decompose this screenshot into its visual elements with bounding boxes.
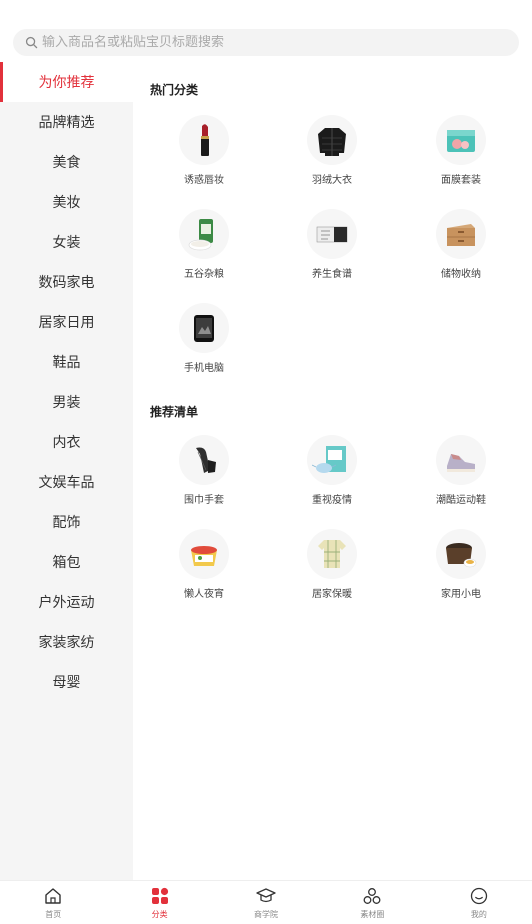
category-item-label: 储物收纳 [441,269,481,280]
recommend-item-label: 家用小电 [441,589,481,600]
category-sidebar: 为你推荐 品牌精选 美食 美妆 女装 数码家电 居家日用 鞋品 男装 内衣 文娱… [0,62,133,880]
category-item-phone[interactable]: 手机电脑 [149,303,259,379]
sidebar-item-label: 内衣 [52,435,81,451]
scarf-gloves-icon [196,447,216,473]
sidebar-item-accessories[interactable]: 配饰 [0,502,133,542]
recommend-item-epidemic[interactable]: 重视疫情 [277,435,387,511]
category-content: 热门分类 诱惑唇妆 羽绒大衣 面膜套装 五谷杂粮 养生食谱 储物收纳 手机电脑 … [133,62,532,880]
category-item-health-recipe[interactable]: 养生食谱 [277,209,387,285]
bottom-tab-bar: 首页 分类 商学院 素材圈 我的 [0,880,532,924]
category-item-grains[interactable]: 五谷杂粮 [149,209,259,285]
sidebar-item-label: 品牌精选 [38,115,95,131]
recommend-section-title: 推荐清单 [150,405,199,419]
sidebar-item-womens[interactable]: 女装 [0,222,133,262]
recommend-item-keep-warm[interactable]: 居家保暖 [277,529,387,605]
category-item-label: 养生食谱 [312,269,352,280]
category-item-down-jacket[interactable]: 羽绒大衣 [277,115,387,191]
category-item-label: 五谷杂粮 [184,269,224,280]
sidebar-item-label: 数码家电 [38,275,95,291]
recommend-item-small-appliance[interactable]: 家用小电 [406,529,516,605]
recommend-item-label: 围巾手套 [184,495,224,506]
sidebar-item-label: 鞋品 [52,355,81,371]
sidebar-item-brand[interactable]: 品牌精选 [0,102,133,142]
tab-home[interactable]: 首页 [0,881,106,924]
sidebar-item-household[interactable]: 居家日用 [0,302,133,342]
profile-icon [470,887,487,904]
sidebar-item-makeup[interactable]: 美妆 [0,182,133,222]
sidebar-item-label: 女装 [52,235,81,251]
sidebar-item-entertainment[interactable]: 文娱车品 [0,462,133,502]
sidebar-item-label: 母婴 [52,675,81,691]
home-icon [45,887,61,904]
health-book-icon [316,226,348,243]
down-jacket-icon [318,128,346,156]
search-icon [25,36,38,49]
sidebar-item-underwear[interactable]: 内衣 [0,422,133,462]
lipstick-icon [201,124,209,156]
category-item-label: 羽绒大衣 [312,175,352,186]
tab-label: 我的 [470,909,487,919]
sidebar-item-digital[interactable]: 数码家电 [0,262,133,302]
category-icon [151,887,168,904]
phone-icon [194,315,214,342]
tab-profile[interactable]: 我的 [426,881,532,924]
sidebar-item-label: 美妆 [52,195,81,211]
search-bar[interactable] [13,29,519,56]
sidebar-item-label: 文娱车品 [38,475,95,491]
sidebar-item-outdoor[interactable]: 户外运动 [0,582,133,622]
sidebar-item-label: 户外运动 [38,595,95,611]
sidebar-item-bags[interactable]: 箱包 [0,542,133,582]
sidebar-item-label: 箱包 [52,555,81,571]
tab-label: 首页 [45,909,62,919]
category-item-label: 面膜套装 [441,175,481,186]
sidebar-item-mens[interactable]: 男装 [0,382,133,422]
category-item-label: 诱惑唇妆 [184,175,224,186]
tab-label: 素材圈 [360,909,385,919]
face-mask-box-icon [447,130,475,152]
recommend-item-label: 重视疫情 [312,495,352,506]
rice-cooker-icon [446,543,477,568]
sidebar-item-label: 居家日用 [38,315,95,331]
recommend-item-sneakers[interactable]: 潮酷运动鞋 [406,435,516,511]
tab-materials[interactable]: 素材圈 [319,881,425,924]
recommend-item-label: 懒人夜宵 [184,589,224,600]
category-item-lipstick[interactable]: 诱惑唇妆 [149,115,259,191]
sidebar-item-label: 家装家纺 [38,635,95,651]
face-mask-pack-icon [312,446,346,473]
category-item-storage[interactable]: 储物收纳 [406,209,516,285]
recommend-item-label: 居家保暖 [312,589,352,600]
sidebar-item-home-textile[interactable]: 家装家纺 [0,622,133,662]
sidebar-item-recommend[interactable]: 为你推荐 [0,62,133,102]
search-input[interactable] [42,35,482,50]
category-item-face-mask[interactable]: 面膜套装 [406,115,516,191]
pajamas-icon [318,540,346,568]
tab-label: 分类 [151,909,168,919]
sidebar-item-label: 配饰 [52,515,81,531]
tab-label: 商学院 [254,909,279,919]
graduation-cap-icon [256,887,276,902]
hot-section-title: 热门分类 [150,83,199,97]
category-item-label: 手机电脑 [184,363,224,374]
recommend-item-late-snack[interactable]: 懒人夜宵 [149,529,259,605]
sidebar-item-baby[interactable]: 母婴 [0,662,133,702]
sidebar-item-label: 男装 [52,395,81,411]
tab-business-school[interactable]: 商学院 [213,881,319,924]
instant-noodles-icon [191,546,217,566]
storage-drawer-icon [447,224,475,246]
sidebar-item-label: 为你推荐 [38,75,95,91]
sidebar-item-shoes[interactable]: 鞋品 [0,342,133,382]
tab-category[interactable]: 分类 [106,881,212,924]
recommend-item-label: 潮酷运动鞋 [436,495,486,506]
recommend-item-scarf-gloves[interactable]: 围巾手套 [149,435,259,511]
sneaker-icon [447,454,475,472]
sidebar-item-food[interactable]: 美食 [0,142,133,182]
sidebar-item-label: 美食 [52,155,81,171]
rice-bag-icon [188,219,213,251]
material-circle-icon [363,887,381,904]
